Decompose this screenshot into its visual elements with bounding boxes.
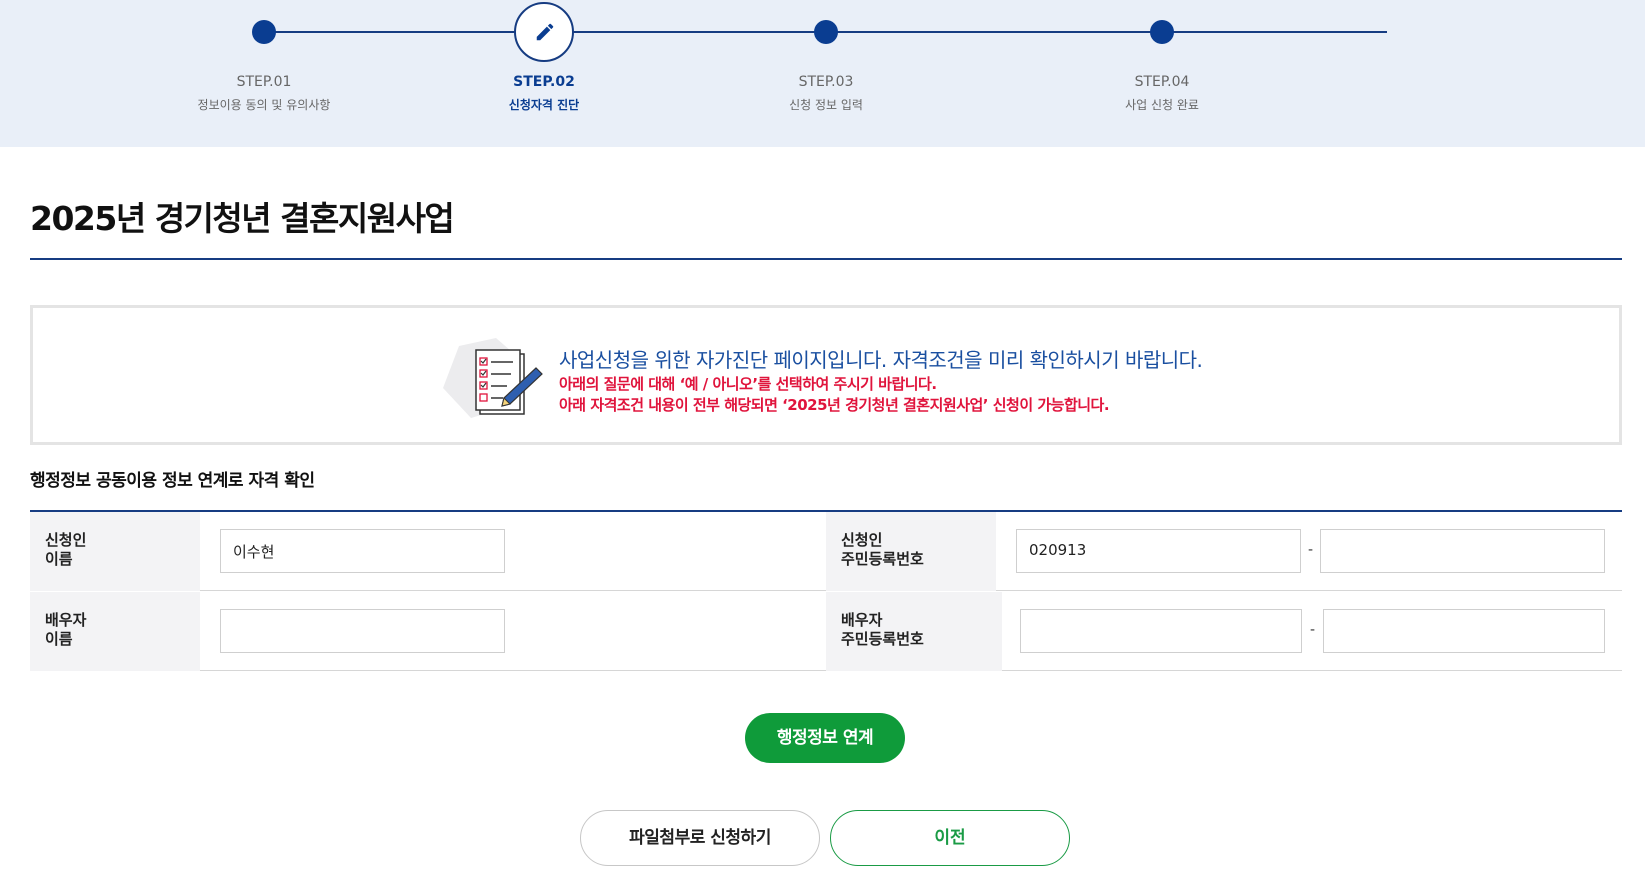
- notice-line-2: 아래 자격조건 내용이 전부 해당되면 ‘2025년 경기청년 결혼지원사업’ …: [559, 396, 1110, 414]
- step-description: 사업 신청 완료: [1125, 98, 1199, 112]
- spouse-name-label: 배우자 이름: [30, 592, 200, 671]
- pencil-icon: [536, 23, 554, 41]
- self-check-notice: 사업신청을 위한 자가진단 페이지입니다. 자격조건을 미리 확인하시기 바랍니…: [30, 305, 1622, 445]
- step-number: STEP.01: [236, 74, 292, 90]
- spouse-rrn-back-input[interactable]: [1323, 609, 1605, 653]
- applicant-name-label: 신청인 이름: [30, 512, 200, 591]
- step-dot: [252, 20, 276, 44]
- spouse-row: 배우자 이름 배우자 주민등록번호 -: [30, 592, 1622, 671]
- eligibility-form: 신청인 이름 이수현 신청인 주민등록번호 020913 - 배우자 이름 배우…: [30, 510, 1622, 671]
- step-dot: [814, 20, 838, 44]
- prev-button[interactable]: 이전: [830, 810, 1070, 866]
- step-number: STEP.03: [798, 74, 854, 90]
- applicant-name-input[interactable]: 이수현: [220, 529, 505, 573]
- page-title: 2025년 경기청년 결혼지원사업: [30, 199, 455, 238]
- notice-line-1: 아래의 질문에 대해 ‘예 / 아니오’를 선택하여 주시기 바랍니다.: [559, 375, 937, 393]
- spouse-name-input[interactable]: [220, 609, 505, 653]
- applicant-rrn-back-input[interactable]: [1320, 529, 1605, 573]
- step-progress-bar: STEP.01 정보이용 동의 및 유의사항 STEP.02 신청자격 진단 S…: [0, 0, 1645, 147]
- rrn-dash: -: [1310, 622, 1316, 638]
- applicant-row: 신청인 이름 이수현 신청인 주민등록번호 020913 -: [30, 512, 1622, 591]
- step-description: 정보이용 동의 및 유의사항: [197, 98, 331, 112]
- spouse-rrn-label: 배우자 주민등록번호: [826, 592, 1002, 671]
- applicant-rrn-label: 신청인 주민등록번호: [826, 512, 996, 591]
- checklist-icon: [443, 338, 543, 418]
- step-dot: [1150, 20, 1174, 44]
- step-active-indicator: [514, 2, 574, 62]
- step-description: 신청자격 진단: [508, 98, 580, 112]
- step-number: STEP.04: [1134, 74, 1190, 90]
- spouse-rrn-front-input[interactable]: [1020, 609, 1302, 653]
- notice-headline: 사업신청을 위한 자가진단 페이지입니다. 자격조건을 미리 확인하시기 바랍니…: [559, 348, 1203, 372]
- title-divider: [30, 258, 1622, 260]
- step-number: STEP.02: [513, 74, 575, 90]
- step-description: 신청 정보 입력: [789, 98, 863, 112]
- applicant-rrn-front-input[interactable]: 020913: [1016, 529, 1301, 573]
- section-title: 행정정보 공동이용 정보 연계로 자격 확인: [30, 471, 315, 491]
- admin-info-link-button[interactable]: 행정정보 연계: [745, 713, 905, 763]
- rrn-dash: -: [1308, 542, 1314, 558]
- file-attach-apply-button[interactable]: 파일첨부로 신청하기: [580, 810, 820, 866]
